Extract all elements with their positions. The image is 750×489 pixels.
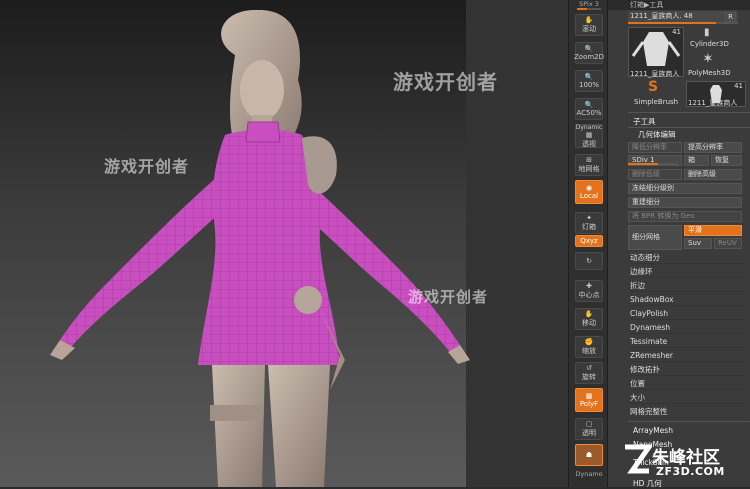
rotate-view-button[interactable]: ↻ <box>575 252 603 270</box>
z-logo-icon <box>625 444 652 474</box>
center-point-button[interactable]: ✚ 中心点 <box>575 280 603 302</box>
polyframe-icon: ▦ <box>585 392 593 400</box>
freeze-subdiv-button[interactable]: 冻结细分级别 <box>628 183 742 194</box>
tool-thumb-polymesh3d[interactable]: ✶ PolyMesh3D <box>686 51 732 77</box>
subtool-section[interactable]: 子工具 <box>633 116 656 127</box>
center-icon: ✚ <box>586 282 592 290</box>
higher-res-button[interactable]: 提高分辨率 <box>684 142 742 153</box>
tool-thumb-1211-small[interactable]: 41 1211_皇族商人 <box>686 81 746 107</box>
magnifier-icon: 🔍 <box>584 45 594 53</box>
transparency-button[interactable]: ▢ 透明 <box>575 418 603 440</box>
local-symmetry-button[interactable]: ◉ Local <box>575 180 603 204</box>
tool-label: Cylinder3D <box>690 40 729 48</box>
claypolish-item[interactable]: ClayPolish <box>630 307 744 320</box>
dynamic-subdiv-item[interactable]: 动态细分 <box>630 251 744 264</box>
move-button[interactable]: ✋ 移动 <box>575 308 603 330</box>
scroll-button[interactable]: ✋ 滚动 <box>575 14 603 36</box>
divider <box>628 112 750 113</box>
del-higher-button[interactable]: 删除高级 <box>684 169 742 180</box>
edge-loop-item[interactable]: 边缘环 <box>630 265 744 278</box>
cylinder-icon: ▮ <box>704 27 710 38</box>
tool-label: 1211_皇族商人 <box>688 99 738 107</box>
cage-button[interactable]: 箱 <box>684 155 709 166</box>
tool-count: 41 <box>672 28 681 36</box>
convert-bpr-button[interactable]: 将 BPR 转换为 Geo <box>628 211 742 222</box>
tool-thumb-1211[interactable]: 41 1211_皇族商人 <box>628 27 684 78</box>
floor-grid-button[interactable]: ⊞ 地网格 <box>575 154 603 176</box>
polyframe-button[interactable]: ▦ PolyF <box>575 388 603 412</box>
tool-label: 1211_皇族商人 <box>630 70 680 78</box>
ac50-button[interactable]: 🔍 AC50% <box>575 98 603 120</box>
perspective-icon: ▦ <box>585 130 593 139</box>
zoom100-button[interactable]: 🔍 100% <box>575 70 603 92</box>
smooth-toggle[interactable]: 平滑 <box>684 225 742 236</box>
crease-item[interactable]: 折边 <box>630 279 744 292</box>
watermark-middle: 游戏开创者 <box>408 288 489 306</box>
tool-grid: 41 1211_皇族商人 ▮ Cylinder3D ✶ PolyMesh3D S… <box>628 27 750 109</box>
lower-res-button[interactable]: 降低分辨率 <box>628 142 682 153</box>
geometry-section[interactable]: 几何体编辑 <box>638 129 676 140</box>
lightbox-button[interactable]: ✦ 灯箱 <box>575 212 603 234</box>
brush-icon: S <box>648 79 659 95</box>
del-lower-button[interactable]: 删除低级 <box>628 169 682 180</box>
rotate-icon: ↺ <box>586 364 592 372</box>
r-button[interactable]: R <box>725 12 736 22</box>
tool-label: PolyMesh3D <box>688 69 731 77</box>
mesh-integrity-item[interactable]: 网格完整性 <box>630 405 744 418</box>
palette-header[interactable]: 灯箱▶工具 <box>608 0 750 10</box>
zremesher-item[interactable]: ZRemesher <box>630 349 744 362</box>
rotate-button[interactable]: ↺ 旋转 <box>575 362 603 384</box>
star-icon: ✶ <box>702 51 714 67</box>
shadowbox-item[interactable]: ShadowBox <box>630 293 744 306</box>
modify-topology-item[interactable]: 修改拓扑 <box>630 363 744 376</box>
restore-button[interactable]: 恢复 <box>711 155 742 166</box>
logo-domain: ZF3D.COM <box>656 465 725 478</box>
tool-count: 41 <box>734 82 743 90</box>
tessimate-item[interactable]: Tessimate <box>630 335 744 348</box>
lightbox-icon: ✦ <box>586 214 592 222</box>
zoom2d-button[interactable]: 🔍 Zoom2D <box>574 42 604 64</box>
hand-icon: ✋ <box>584 16 594 24</box>
divider <box>628 421 750 422</box>
watermark-left: 游戏开创者 <box>104 157 190 176</box>
local-symmetry-icon: ◉ <box>585 184 593 192</box>
ghost-button[interactable]: ☗ <box>575 444 603 466</box>
scale-icon: ✊ <box>584 338 594 346</box>
arraymesh-section[interactable]: ArrayMesh <box>633 426 673 435</box>
magnifier-icon: 🔍 <box>584 101 594 109</box>
ghost-icon: ☗ <box>585 451 593 459</box>
suv-toggle[interactable]: Suv <box>684 238 712 249</box>
floor-grid-icon: ⊞ <box>586 156 592 164</box>
dynamesh-item[interactable]: Dynamesh <box>630 321 744 334</box>
divide-button[interactable]: 细分网格 <box>628 225 682 250</box>
divider <box>628 127 750 128</box>
current-tool-name[interactable]: 1211_皇族商人. 48 <box>628 11 738 22</box>
right-shelf: SPix 3 ✋ 滚动 🔍 Zoom2D 🔍 100% 🔍 AC50% Dyna… <box>568 0 608 487</box>
rotate-icon: ↻ <box>586 257 592 265</box>
perspective-button[interactable]: Dynamic ▦ 透视 <box>575 124 603 148</box>
current-tool-slider[interactable] <box>628 22 738 24</box>
tool-thumb-cylinder3d[interactable]: ▮ Cylinder3D <box>686 27 732 49</box>
scale-button[interactable]: ✊ 缩放 <box>575 336 603 358</box>
dynamo-label: Dynamo <box>575 470 603 478</box>
hand-move-icon: ✋ <box>584 310 594 318</box>
transparency-icon: ▢ <box>585 420 593 428</box>
tool-thumb-simplebrush[interactable]: S SimpleBrush <box>628 79 684 107</box>
axis-icon: Qxyz <box>580 237 598 245</box>
reuv-toggle[interactable]: ReUV <box>714 238 742 249</box>
sdiv-slider-fill <box>628 163 678 165</box>
site-logo: 朱峰社区 ZF3D.COM <box>622 441 746 481</box>
magnifier-icon: 🔍 <box>584 73 594 81</box>
spix-label: SPix 3 <box>579 0 599 8</box>
viewport-canvas[interactable]: 游戏开创者 游戏开创者 游戏开创者 <box>0 0 568 487</box>
tool-palette: 灯箱▶工具 1211_皇族商人. 48 R 41 1211_皇族商人 ▮ Cyl… <box>608 0 750 488</box>
watermark-top: 游戏开创者 <box>393 70 498 94</box>
xyz-axis-button[interactable]: Qxyz <box>575 235 603 247</box>
position-item[interactable]: 位置 <box>630 377 744 390</box>
size-item[interactable]: 大小 <box>630 391 744 404</box>
tool-label: SimpleBrush <box>634 98 679 106</box>
reconstruct-subdiv-button[interactable]: 重建细分 <box>628 197 742 208</box>
